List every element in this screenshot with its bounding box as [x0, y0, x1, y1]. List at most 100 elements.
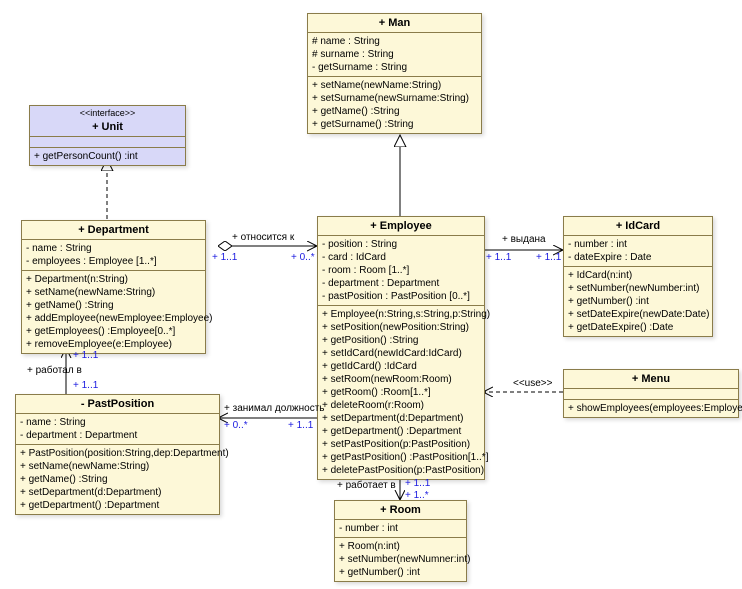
member-row: + getDepartment() :Department	[20, 499, 215, 512]
member-row: + setRoom(newRoom:Room)	[322, 373, 480, 386]
class-title: + Man	[308, 14, 481, 33]
attrs: - number : int- dateExpire : Date	[564, 236, 712, 267]
class-room: + Room - number : int + Room(n:int)+ set…	[334, 500, 467, 582]
mult: + 1..*	[405, 490, 429, 501]
member-row: + PastPosition(position:String,dep:Depar…	[20, 447, 215, 460]
mult: + 1..1	[73, 350, 98, 361]
member-row: + getDepartment() :Department	[322, 425, 480, 438]
ops: + Room(n:int)+ setNumber(newNumner:int)+…	[335, 538, 466, 581]
ops: + Employee(n:String,s:String,p:String)+ …	[318, 306, 484, 479]
member-row: + Department(n:String)	[26, 273, 201, 286]
member-row: + Room(n:int)	[339, 540, 462, 553]
assoc-label-issued: + выдана	[502, 234, 546, 245]
class-title: + IdCard	[564, 217, 712, 236]
member-row: - name : String	[20, 416, 215, 429]
member-row: + setName(newName:String)	[312, 79, 477, 92]
member-row: + setNumber(newNumner:int)	[339, 553, 462, 566]
member-row: - dateExpire : Date	[568, 251, 708, 264]
member-row: - position : String	[322, 238, 480, 251]
member-row: + getName() :String	[20, 473, 215, 486]
mult: + 0..*	[224, 420, 248, 431]
mult: + 1..1	[536, 252, 561, 263]
member-row: - card : IdCard	[322, 251, 480, 264]
member-row: + getPosition() :String	[322, 334, 480, 347]
attrs: - name : String- employees : Employee [1…	[22, 240, 205, 271]
member-row: - employees : Employee [1..*]	[26, 255, 201, 268]
assoc-label-use: <<use>>	[513, 378, 552, 389]
class-unit: <<interface>> + Unit + getPersonCount() …	[29, 105, 186, 166]
assoc-label-relates: + относится к	[232, 232, 294, 243]
member-row: + getRoom() :Room[1..*]	[322, 386, 480, 399]
member-row: - department : Department	[322, 277, 480, 290]
member-row: + getPersonCount() :int	[34, 150, 181, 163]
ops: + setName(newName:String)+ setSurname(ne…	[308, 77, 481, 133]
member-row: + setNumber(newNumber:int)	[568, 282, 708, 295]
ops: + IdCard(n:int)+ setNumber(newNumber:int…	[564, 267, 712, 336]
attrs: - name : String- department : Department	[16, 414, 219, 445]
member-row: + setPosition(newPosition:String)	[322, 321, 480, 334]
ops: + Department(n:String)+ setName(newName:…	[22, 271, 205, 353]
class-department: + Department - name : String- employees …	[21, 220, 206, 354]
member-row: + getName() :String	[26, 299, 201, 312]
ops: + showEmployees(employees:Employee[0..*]…	[564, 400, 738, 417]
mult: + 1..1	[73, 380, 98, 391]
member-row: - name : String	[26, 242, 201, 255]
attrs: - number : int	[335, 520, 466, 538]
member-row: + setDepartment(d:Department)	[20, 486, 215, 499]
member-row: + getNumber() :int	[339, 566, 462, 579]
member-row: + getSurname() :String	[312, 118, 477, 131]
member-row: - room : Room [1..*]	[322, 264, 480, 277]
member-row: + getEmployees() :Employee[0..*]	[26, 325, 201, 338]
member-row: + setDateExpire(newDate:Date)	[568, 308, 708, 321]
mult: + 1..1	[288, 420, 313, 431]
attrs: - position : String- card : IdCard- room…	[318, 236, 484, 306]
class-title: + Unit	[30, 118, 185, 137]
class-man: + Man # name : String# surname : String-…	[307, 13, 482, 134]
mult: + 1..1	[405, 478, 430, 489]
ops: + PastPosition(position:String,dep:Depar…	[16, 445, 219, 514]
assoc-label-held: + занимал должность	[224, 403, 325, 414]
class-title: - PastPosition	[16, 395, 219, 414]
member-row: + addEmployee(newEmployee:Employee)	[26, 312, 201, 325]
member-row: + removeEmployee(e:Employee)	[26, 338, 201, 351]
member-row: + setName(newName:String)	[20, 460, 215, 473]
member-row: + deletePastPosition(p:PastPosition)	[322, 464, 480, 477]
class-employee: + Employee - position : String- card : I…	[317, 216, 485, 480]
member-row: - getSurname : String	[312, 61, 477, 74]
ops: + getPersonCount() :int	[30, 148, 185, 165]
member-row: + setIdCard(newIdCard:IdCard)	[322, 347, 480, 360]
member-row: + getDateExpire() :Date	[568, 321, 708, 334]
member-row: + Employee(n:String,s:String,p:String)	[322, 308, 480, 321]
member-row: - department : Department	[20, 429, 215, 442]
member-row: + getIdCard() :IdCard	[322, 360, 480, 373]
member-row: + getPastPosition() :PastPosition[1..*]	[322, 451, 480, 464]
class-title: + Menu	[564, 370, 738, 389]
mult: + 1..1	[212, 252, 237, 263]
member-row: + setSurname(newSurname:String)	[312, 92, 477, 105]
class-idcard: + IdCard - number : int- dateExpire : Da…	[563, 216, 713, 337]
member-row: + deleteRoom(r:Room)	[322, 399, 480, 412]
member-row: + setDepartment(d:Department)	[322, 412, 480, 425]
class-menu: + Menu + showEmployees(employees:Employe…	[563, 369, 739, 418]
class-title: + Room	[335, 501, 466, 520]
member-row: + setPastPosition(p:PastPosition)	[322, 438, 480, 451]
member-row: + getName() :String	[312, 105, 477, 118]
member-row: - pastPosition : PastPosition [0..*]	[322, 290, 480, 303]
mult: + 0..*	[291, 252, 315, 263]
member-row: # surname : String	[312, 48, 477, 61]
member-row: + getNumber() :int	[568, 295, 708, 308]
member-row: # name : String	[312, 35, 477, 48]
member-row: + IdCard(n:int)	[568, 269, 708, 282]
class-pastposition: - PastPosition - name : String- departme…	[15, 394, 220, 515]
assoc-label-works: + работает в	[337, 480, 396, 491]
class-title: + Department	[22, 221, 205, 240]
mult: + 1..1	[486, 252, 511, 263]
attrs: # name : String# surname : String- getSu…	[308, 33, 481, 77]
class-title: + Employee	[318, 217, 484, 236]
assoc-label-worked: + работал в	[27, 365, 82, 376]
member-row: + showEmployees(employees:Employee[0..*]…	[568, 402, 734, 415]
stereotype: <<interface>>	[30, 106, 185, 118]
member-row: - number : int	[339, 522, 462, 535]
member-row: - number : int	[568, 238, 708, 251]
member-row: + setName(newName:String)	[26, 286, 201, 299]
